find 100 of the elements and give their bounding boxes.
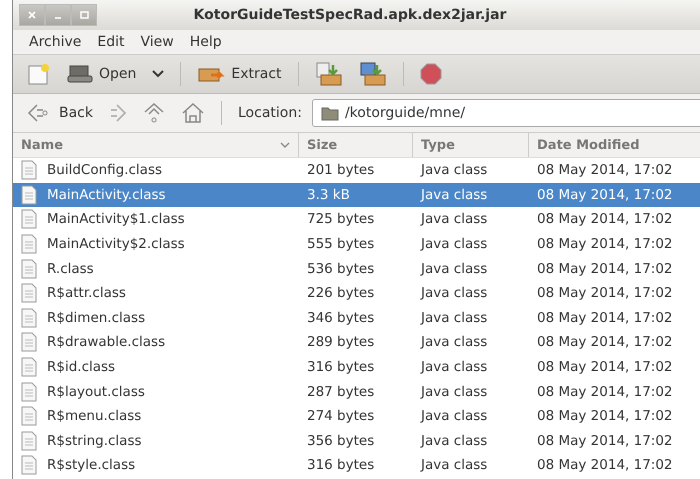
new-document-icon — [27, 62, 51, 86]
menu-item[interactable]: Edit — [91, 34, 131, 50]
file-size: 356 bytes — [306, 432, 376, 449]
box-folder-icon — [358, 61, 387, 87]
file-name: MainActivity.class — [47, 186, 166, 203]
document-icon — [21, 332, 37, 352]
close-button[interactable] — [19, 4, 45, 26]
file-date: 08 May 2014, 17:02 — [536, 359, 674, 376]
column-header[interactable]: Name — [13, 133, 299, 157]
document-icon — [21, 455, 37, 476]
file-type: Java class — [419, 334, 488, 350]
minimize-button[interactable] — [45, 4, 71, 26]
file-row[interactable]: R$dimen.class 346 bytes Java class 08 May 2014, 17:02 — [13, 306, 700, 330]
file-date: 08 May 2014, 17:02 — [536, 260, 674, 277]
file-row[interactable]: MainActivity$2.class 555 bytes Java class 08 May 2014, 17:02 — [13, 232, 700, 256]
caret-icon — [152, 70, 164, 78]
extract-button[interactable]: Extract — [191, 59, 288, 89]
file-size: 274 bytes — [306, 408, 376, 424]
file-date: 08 May 2014, 17:02 — [536, 236, 674, 252]
file-type: Java class — [419, 162, 488, 178]
document-icon — [21, 357, 37, 378]
file-type: Java class — [419, 384, 488, 400]
file-date: 08 May 2014, 17:02 — [536, 285, 674, 302]
file-type: Java class — [419, 408, 488, 424]
file-size: 536 bytes — [306, 260, 376, 277]
document-icon — [21, 308, 37, 328]
location-field[interactable]: /kotorguide/mne/ — [312, 99, 700, 127]
file-date: 08 May 2014, 17:02 — [536, 186, 674, 203]
file-name: R$style.class — [47, 457, 136, 474]
column-header[interactable]: Size — [299, 133, 413, 157]
file-type: Java class — [419, 285, 488, 302]
file-size: 725 bytes — [306, 211, 376, 228]
forward-arrow-icon — [109, 104, 127, 122]
file-name: R$drawable.class — [47, 334, 166, 350]
file-row[interactable]: R$string.class 356 bytes Java class 08 May 2014, 17:02 — [13, 428, 700, 454]
file-date: 08 May 2014, 17:02 — [536, 432, 674, 449]
file-name: MainActivity$2.class — [47, 236, 185, 252]
up-arrow-icon — [143, 102, 165, 124]
menu-item[interactable]: Archive — [23, 34, 88, 50]
file-size: 201 bytes — [306, 162, 376, 178]
file-row[interactable]: R$id.class 316 bytes Java class 08 May 2014, 17:02 — [13, 354, 700, 380]
file-type: Java class — [419, 236, 488, 252]
document-icon — [21, 258, 37, 279]
file-date: 08 May 2014, 17:02 — [536, 408, 674, 424]
file-name: R$string.class — [47, 432, 142, 449]
menu-item[interactable]: View — [134, 34, 180, 50]
document-icon — [21, 430, 37, 451]
file-size: 226 bytes — [306, 285, 376, 302]
file-type: Java class — [419, 310, 488, 326]
file-size: 289 bytes — [306, 334, 376, 350]
file-name: R$attr.class — [47, 285, 126, 302]
file-name: MainActivity$1.class — [47, 211, 185, 228]
file-row[interactable]: R.class 536 bytes Java class 08 May 2014, 17:02 — [13, 256, 700, 281]
document-icon — [21, 382, 37, 402]
home-icon — [181, 102, 205, 124]
document-icon — [21, 184, 37, 205]
file-date: 08 May 2014, 17:02 — [536, 162, 674, 178]
menu-item[interactable]: Help — [184, 34, 228, 50]
sort-caret-icon — [280, 142, 290, 148]
file-date: 08 May 2014, 17:02 — [536, 310, 674, 326]
file-row[interactable]: MainActivity$1.class 725 bytes Java class 08 May 2014, 17:02 — [13, 207, 700, 232]
close-icon — [28, 11, 36, 19]
file-name: R$dimen.class — [47, 310, 146, 326]
file-row[interactable]: R$attr.class 226 bytes Java class 08 May 2014, 17:02 — [13, 280, 700, 306]
file-row[interactable]: R$menu.class 274 bytes Java class 08 May 2014, 17:02 — [13, 404, 700, 429]
file-size: 316 bytes — [306, 457, 376, 474]
file-name: BuildConfig.class — [47, 162, 162, 178]
file-size: 316 bytes — [306, 359, 376, 376]
document-icon — [21, 160, 37, 180]
file-date: 08 May 2014, 17:02 — [536, 384, 674, 400]
file-size: 346 bytes — [306, 310, 376, 326]
maximize-icon — [80, 11, 88, 19]
file-date: 08 May 2014, 17:02 — [536, 457, 674, 474]
back-button[interactable]: Back — [21, 99, 99, 127]
file-size: 3.3 kB — [306, 186, 351, 203]
file-name: R.class — [47, 260, 94, 277]
file-name: R$menu.class — [47, 408, 142, 424]
file-row[interactable]: MainActivity.class 3.3 kB Java class 08 May 2014, 17:02 — [13, 182, 700, 208]
open-button[interactable]: Open — [61, 60, 142, 88]
column-header[interactable]: Type — [413, 133, 529, 157]
file-size: 287 bytes — [306, 384, 376, 400]
column-header[interactable]: Date Modified — [529, 133, 700, 157]
file-size: 555 bytes — [306, 236, 376, 252]
file-row[interactable]: BuildConfig.class 201 bytes Java class 08 May 2014, 17:02 — [13, 158, 700, 183]
maximize-button[interactable] — [71, 4, 97, 26]
file-row[interactable]: R$style.class 316 bytes Java class 08 May 2014, 17:02 — [13, 453, 700, 478]
location-label: Location: — [238, 105, 302, 121]
file-type: Java class — [419, 211, 488, 228]
file-type: Java class — [419, 186, 488, 203]
document-icon — [21, 406, 37, 426]
document-icon — [21, 283, 37, 304]
window-title: KotorGuideTestSpecRad.apk.dex2jar.jar — [192, 7, 508, 23]
file-date: 08 May 2014, 17:02 — [536, 334, 674, 350]
file-type: Java class — [419, 432, 488, 449]
document-icon — [21, 234, 37, 254]
file-row[interactable]: R$layout.class 287 bytes Java class 08 May 2014, 17:02 — [13, 379, 700, 404]
box-files-icon — [314, 61, 343, 87]
file-type: Java class — [419, 359, 488, 376]
file-row[interactable]: R$drawable.class 289 bytes Java class 08 May 2014, 17:02 — [13, 330, 700, 355]
stop-icon — [420, 63, 442, 85]
